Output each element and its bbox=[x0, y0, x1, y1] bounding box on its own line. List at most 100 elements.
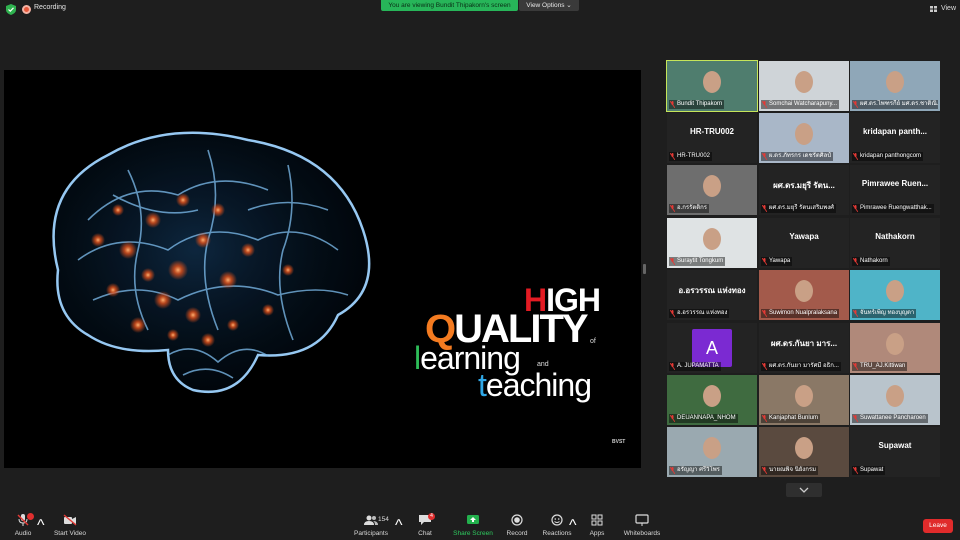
participant-tile[interactable]: นายณพิจ นิยังกรม bbox=[759, 427, 849, 477]
participants-count: 154 bbox=[378, 516, 389, 523]
participant-face bbox=[703, 71, 721, 93]
participant-tile[interactable]: Somchai Watcharapuny... bbox=[759, 61, 849, 111]
whiteboards-button[interactable]: Whiteboards bbox=[622, 508, 662, 540]
participant-tile[interactable]: DEUANNAPA_NHOM bbox=[667, 375, 757, 425]
panel-resize-handle[interactable] bbox=[643, 264, 646, 274]
reactions-smiley-icon bbox=[551, 514, 563, 526]
participant-name-label: ผศ.ดร.มยุรี รัตนเสริมพงศ์ bbox=[761, 204, 836, 213]
security-shield-icon[interactable] bbox=[6, 4, 16, 15]
participant-tile[interactable]: Supawat Supawat bbox=[850, 427, 940, 477]
muted-mic-icon bbox=[762, 415, 767, 422]
audio-label: Audio bbox=[14, 530, 32, 537]
participant-name-label: Somchai Watcharapuny... bbox=[761, 100, 840, 109]
reactions-options-caret[interactable]: ^ bbox=[569, 517, 577, 534]
participant-face bbox=[886, 333, 904, 355]
recording-label: Recording bbox=[34, 4, 66, 11]
participant-name-label: HR-TRU002 bbox=[669, 152, 713, 161]
participant-tile[interactable]: ผศ.ดร.มยุรี รัตน... ผศ.ดร.มยุรี รัตนเสริม… bbox=[759, 165, 849, 215]
participant-display-name: Supawat bbox=[878, 441, 912, 450]
participant-tile[interactable]: kridapan panth... kridapan panthongcom bbox=[850, 113, 940, 163]
participant-tile[interactable]: จันทร์เพ็ญ ทองบุญตา bbox=[850, 270, 940, 320]
participant-display-name: ผศ.ดร.มยุรี รัตน... bbox=[773, 181, 835, 190]
participant-tile[interactable]: อรัญญา ศรีวิโพร bbox=[667, 427, 757, 477]
participant-tile[interactable]: Suraytit Tongkum bbox=[667, 218, 757, 268]
participant-display-name: Pimrawee Ruen... bbox=[861, 179, 929, 188]
chat-label: Chat bbox=[418, 530, 432, 537]
muted-mic-icon bbox=[853, 363, 858, 370]
muted-mic-icon bbox=[762, 363, 767, 370]
participant-name-label: จันทร์เพ็ญ ทองบุญตา bbox=[852, 309, 917, 318]
participant-tile[interactable]: ผ.ดร.ภัทรกร เดชรัตศิลป์ bbox=[759, 113, 849, 163]
viewing-banner-text: You are viewing Bundit Thipakorn's scree… bbox=[388, 2, 511, 9]
video-off-icon bbox=[63, 514, 77, 526]
participant-face bbox=[795, 385, 813, 407]
grid-view-icon bbox=[930, 6, 937, 12]
participant-tile[interactable]: อ.กรรัตติกร bbox=[667, 165, 757, 215]
muted-mic-icon bbox=[670, 467, 675, 474]
participant-tile[interactable]: Yawapa Yawapa bbox=[759, 218, 849, 268]
audio-button[interactable]: Audio bbox=[8, 508, 38, 540]
participant-face bbox=[886, 385, 904, 407]
slide-brand-logo: BVST bbox=[612, 439, 626, 445]
start-video-button[interactable]: Start Video bbox=[52, 508, 88, 540]
participant-display-name: อ.อรวรรณ แห่งทอง bbox=[678, 286, 746, 295]
view-button-label: View bbox=[940, 5, 956, 12]
participants-options-caret[interactable]: ^ bbox=[395, 517, 403, 534]
apps-icon bbox=[591, 514, 603, 526]
share-screen-icon bbox=[467, 515, 479, 524]
participant-tile[interactable]: A A. JUPAMATTA bbox=[667, 323, 757, 373]
participant-face bbox=[886, 280, 904, 302]
chat-unread-badge: 4 bbox=[428, 513, 435, 520]
participants-button[interactable]: Participants bbox=[354, 508, 388, 540]
participant-tile[interactable]: Bundit Thipakorn bbox=[666, 60, 758, 112]
muted-mic-icon bbox=[670, 205, 675, 212]
participant-face bbox=[703, 437, 721, 459]
participant-name-label: Suwattanee Pancharoen bbox=[852, 414, 928, 423]
participant-tile[interactable]: TRU_AJ.Kittiwan bbox=[850, 323, 940, 373]
record-button[interactable]: Record bbox=[503, 508, 531, 540]
participant-tile[interactable]: Suwattanee Pancharoen bbox=[850, 375, 940, 425]
muted-mic-icon bbox=[670, 258, 675, 265]
muted-mic-icon bbox=[670, 363, 675, 370]
muted-mic-icon bbox=[853, 258, 858, 265]
apps-button[interactable]: Apps bbox=[585, 508, 609, 540]
audio-options-caret[interactable]: ^ bbox=[37, 517, 45, 534]
participants-icon bbox=[364, 515, 378, 525]
muted-mic-icon bbox=[670, 415, 675, 422]
participant-tile[interactable]: อ.อรวรรณ แห่งทอง อ.อรวรรณ แห่งทอง bbox=[667, 270, 757, 320]
participant-name-label: Pimrawee Ruengwatthak... bbox=[852, 204, 934, 213]
view-options-button[interactable]: View Options ⌄ bbox=[519, 0, 579, 11]
gallery-next-page-button[interactable] bbox=[786, 483, 822, 497]
participant-name-label: อ.อรวรรณ แห่งทอง bbox=[669, 309, 730, 318]
zoom-meeting-window: Recording You are viewing Bundit Thipako… bbox=[0, 0, 960, 540]
view-button[interactable]: View bbox=[930, 3, 956, 15]
whiteboard-icon bbox=[635, 514, 649, 526]
muted-mic-icon bbox=[670, 153, 675, 160]
participant-tile[interactable]: Kanjaphat Bunlum bbox=[759, 375, 849, 425]
muted-mic-icon bbox=[762, 310, 767, 317]
share-screen-button[interactable]: Share Screen bbox=[453, 508, 493, 540]
participant-face bbox=[795, 71, 813, 93]
participant-tile[interactable]: Nathakorn Nathakorn bbox=[850, 218, 940, 268]
participant-tile[interactable]: HR-TRU002 HR-TRU002 bbox=[667, 113, 757, 163]
participant-tile[interactable]: Suwimon Nualpralaksana bbox=[759, 270, 849, 320]
share-screen-label: Share Screen bbox=[453, 530, 493, 537]
participant-face bbox=[703, 228, 721, 250]
muted-mic-icon bbox=[670, 101, 675, 108]
chevron-down-icon bbox=[799, 487, 809, 493]
muted-mic-icon bbox=[853, 153, 858, 160]
brain-illustration bbox=[52, 131, 371, 394]
participant-tile[interactable]: Pimrawee Ruen... Pimrawee Ruengwatthak... bbox=[850, 165, 940, 215]
participant-name-label: Suwimon Nualpralaksana bbox=[761, 309, 840, 318]
participant-name-label: ผศ.ดร.กันยา มารัศมี อธิก... bbox=[761, 362, 841, 371]
recording-icon bbox=[22, 5, 31, 14]
leave-button[interactable]: Leave bbox=[923, 519, 953, 533]
participant-name-label: Bundit Thipakorn bbox=[669, 100, 725, 109]
muted-mic-icon bbox=[762, 258, 767, 265]
participant-tile[interactable]: ผศ.ดร.กันยา มาร... ผศ.ดร.กันยา มารัศมี อธ… bbox=[759, 323, 849, 373]
participant-tile[interactable]: ผศ.ดร.ไพฑรกีย์ มศ.ดร.ชาติณิ... bbox=[850, 61, 940, 111]
muted-mic-icon bbox=[762, 467, 767, 474]
meeting-toolbar: Audio ^ Start Video Participants 154 ^ C… bbox=[0, 508, 960, 540]
chat-button[interactable]: Chat 4 bbox=[413, 508, 437, 540]
shared-screen bbox=[4, 70, 641, 468]
